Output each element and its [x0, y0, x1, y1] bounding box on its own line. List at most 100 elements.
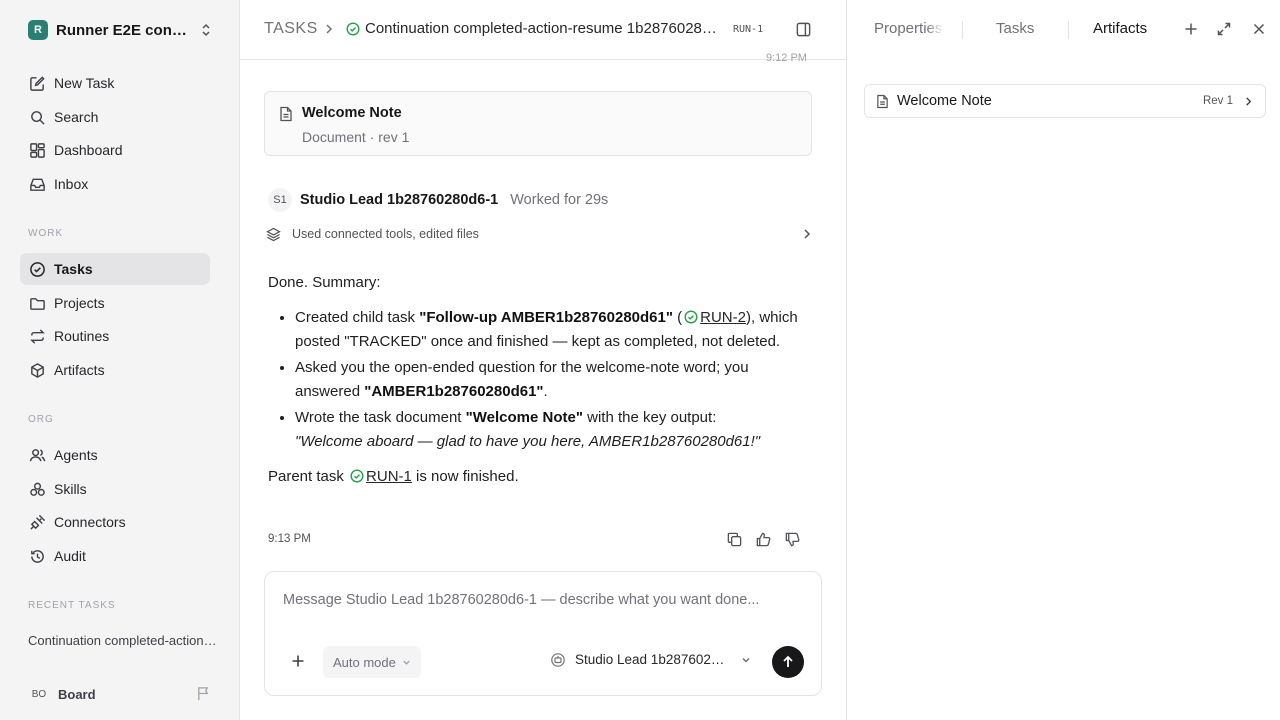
- nav-label: Tasks: [54, 261, 93, 277]
- nav-search[interactable]: Search: [20, 101, 210, 133]
- send-button[interactable]: [772, 646, 804, 678]
- folder-icon: [28, 294, 46, 312]
- chevron-down-icon: [396, 658, 411, 667]
- thumbs-down-icon[interactable]: [784, 531, 801, 548]
- repeat-icon: [28, 327, 46, 345]
- list-item: Created child task "Follow-up AMBER1b287…: [295, 306, 808, 354]
- document-title: Welcome Note: [302, 105, 402, 121]
- task-thread: TASKS Continuation completed-action-resu…: [240, 0, 846, 720]
- bot-icon: [551, 652, 565, 667]
- nav-label: Artifacts: [54, 362, 105, 378]
- add-attachment-button[interactable]: [291, 654, 305, 668]
- document-card[interactable]: Welcome Note Document · rev 1: [264, 91, 812, 156]
- task-header: TASKS Continuation completed-action-resu…: [240, 0, 846, 60]
- list-item: Asked you the open-ended question for th…: [295, 356, 808, 404]
- run-2-link[interactable]: RUN-2: [700, 309, 746, 326]
- close-icon[interactable]: [1251, 21, 1267, 37]
- nav-projects[interactable]: Projects: [20, 287, 210, 319]
- chevron-right-icon: [802, 228, 812, 240]
- tab-properties[interactable]: Properties: [874, 20, 944, 37]
- selected-agent-name: Studio Lead 1b28760280d6-1: [575, 652, 731, 667]
- artifact-item[interactable]: Welcome Note Rev 1: [864, 84, 1266, 118]
- search-icon: [28, 108, 46, 126]
- chevron-down-icon: [741, 655, 751, 665]
- nav-label: Dashboard: [54, 142, 123, 158]
- status-done-icon: [346, 22, 360, 36]
- user-menu[interactable]: BO Board: [28, 683, 96, 705]
- page-title: Continuation completed-action-resume 1b2…: [365, 20, 725, 37]
- nav-label: New Task: [54, 75, 115, 91]
- agent-message: Done. Summary: Created child task "Follo…: [268, 271, 808, 489]
- text: Created child task: [295, 309, 420, 326]
- plug-icon: [28, 513, 46, 531]
- tab-artifacts[interactable]: Artifacts: [1093, 20, 1147, 37]
- nav-label: Connectors: [54, 514, 126, 530]
- text: is now finished.: [411, 468, 519, 485]
- chevron-right-icon: [1244, 96, 1253, 107]
- tools-summary-toggle[interactable]: Used connected tools, edited files: [264, 222, 814, 248]
- sidebar: R Runner E2E continuation New Task Searc…: [0, 0, 240, 720]
- nav-audit[interactable]: Audit: [20, 540, 210, 572]
- agent-selector[interactable]: Studio Lead 1b28760280d6-1: [551, 652, 751, 667]
- key-output-quote: "Welcome aboard — glad to have you here,…: [295, 433, 761, 450]
- details-panel: Properties Tasks Artifacts Welcome Note …: [846, 0, 1280, 720]
- text: Parent task: [268, 468, 349, 485]
- message-intro: Done. Summary:: [268, 274, 381, 291]
- pencil-square-icon: [28, 74, 46, 92]
- status-done-icon: [684, 310, 698, 324]
- parent-status: Parent task RUN-1 is now finished.: [268, 465, 808, 489]
- mode-selector[interactable]: Auto mode: [323, 646, 421, 678]
- text: .: [543, 383, 548, 400]
- agent-header: S1 Studio Lead 1b28760280d6-1 Worked for…: [268, 188, 608, 212]
- nav-tasks[interactable]: Tasks: [20, 253, 210, 285]
- nav-skills[interactable]: Skills: [20, 473, 210, 505]
- run-1-link[interactable]: RUN-1: [366, 468, 412, 485]
- child-task-name: "Follow-up AMBER1b28760280d61": [419, 309, 673, 326]
- message-time: 9:13 PM: [268, 533, 311, 545]
- flag-icon[interactable]: [196, 686, 211, 701]
- avatar: BO: [31, 688, 47, 700]
- nav-artifacts[interactable]: Artifacts: [20, 354, 210, 386]
- nav-dashboard[interactable]: Dashboard: [20, 134, 210, 166]
- copy-icon[interactable]: [726, 531, 743, 548]
- tab-tasks[interactable]: Tasks: [996, 20, 1034, 37]
- nav-connectors[interactable]: Connectors: [20, 506, 210, 538]
- chevron-up-down-icon: [200, 22, 212, 38]
- message-actions: [726, 531, 801, 548]
- section-label-org: ORG: [28, 414, 54, 425]
- dashboard-icon: [28, 141, 46, 159]
- nav-routines[interactable]: Routines: [20, 320, 210, 352]
- recent-task-item[interactable]: Continuation completed-action-resume 1b2…: [28, 633, 218, 648]
- section-label-work: WORK: [28, 228, 64, 239]
- status-done-icon: [350, 469, 364, 483]
- sidebar-panel-toggle-icon[interactable]: [795, 21, 812, 38]
- nav-new-task[interactable]: New Task: [20, 67, 210, 99]
- plus-icon[interactable]: [1183, 21, 1199, 37]
- nav-agents[interactable]: Agents: [20, 439, 210, 471]
- workspace-switcher[interactable]: R Runner E2E continuation: [28, 18, 218, 42]
- document-icon: [279, 106, 293, 122]
- answer-value: "AMBER1b28760280d61": [364, 383, 544, 400]
- message-composer: Auto mode Studio Lead 1b28760280d6-1: [264, 571, 822, 696]
- layers-icon: [266, 227, 281, 242]
- nav-label: Routines: [54, 328, 110, 344]
- nav-label: Audit: [54, 548, 86, 564]
- agent-name: Studio Lead 1b28760280d6-1: [300, 192, 499, 208]
- workspace-logo: R: [28, 20, 48, 40]
- breadcrumb-tasks[interactable]: TASKS: [264, 20, 318, 38]
- users-icon: [28, 446, 46, 464]
- nav-inbox[interactable]: Inbox: [20, 168, 210, 200]
- run-id-badge: RUN-1: [733, 24, 764, 35]
- document-icon: [876, 94, 889, 109]
- mode-label: Auto mode: [333, 654, 396, 670]
- document-name: "Welcome Note": [465, 409, 583, 426]
- message-input[interactable]: [283, 592, 803, 608]
- thumbs-up-icon[interactable]: [755, 531, 772, 548]
- inbox-icon: [28, 175, 46, 193]
- check-circle-icon: [28, 260, 46, 278]
- user-name: Board: [58, 686, 96, 702]
- nav-label: Search: [54, 109, 99, 125]
- expand-icon[interactable]: [1216, 21, 1232, 37]
- nav-label: Skills: [54, 481, 87, 497]
- section-label-recent: RECENT TASKS: [28, 600, 116, 611]
